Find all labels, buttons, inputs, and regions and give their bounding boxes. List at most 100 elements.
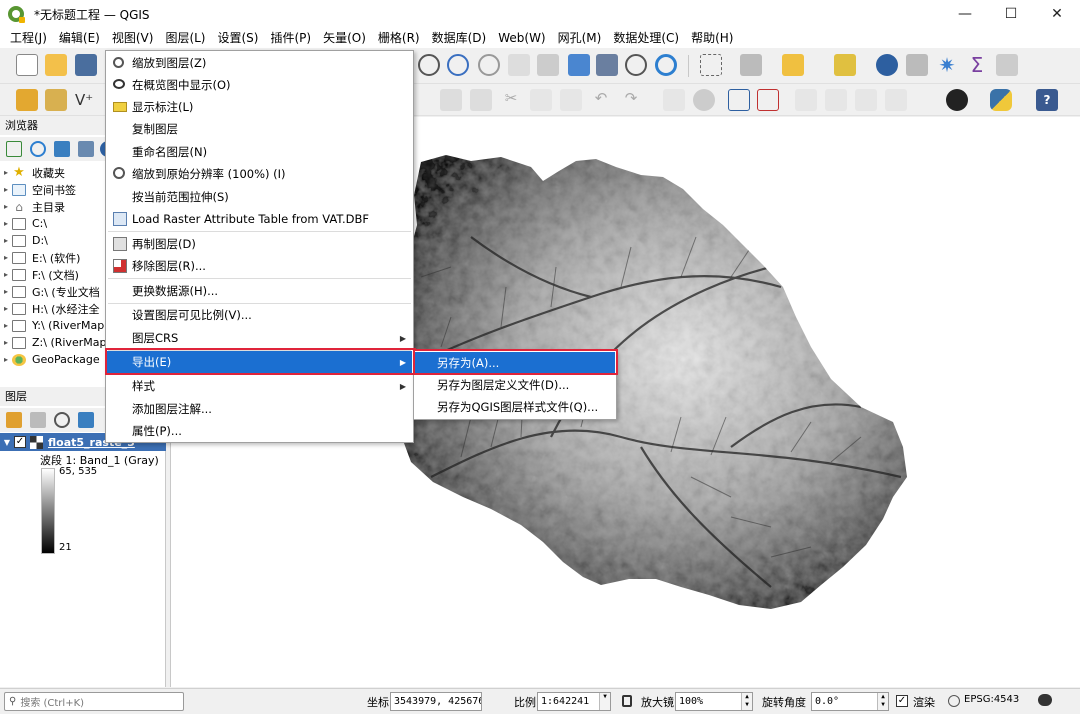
menu-rename-layer[interactable]: 重命名图层(N) — [107, 141, 412, 163]
attribute-table-icon[interactable] — [834, 54, 856, 76]
messages-icon[interactable] — [1038, 694, 1052, 706]
menu-styles[interactable]: 样式 ▶ — [107, 375, 412, 397]
data-source-manager-icon[interactable] — [16, 89, 38, 111]
digitize-icon[interactable]: V⁺ — [75, 89, 97, 111]
expand-arrow-icon[interactable]: ▸ — [0, 253, 12, 262]
menu-layer-crs[interactable]: 图层CRS ▶ — [107, 327, 412, 349]
expand-arrow-icon[interactable]: ▸ — [0, 338, 12, 347]
more-tools-icon[interactable] — [996, 54, 1018, 76]
undo-icon[interactable]: ↶ — [590, 89, 612, 111]
expand-arrow-icon[interactable]: ▸ — [0, 270, 12, 279]
zoom-native-icon[interactable] — [418, 54, 440, 76]
expand-arrow-icon[interactable]: ▸ — [0, 168, 12, 177]
redo-icon[interactable]: ↷ — [620, 89, 642, 111]
menu-help[interactable]: 帮助(H) — [685, 28, 739, 48]
pin-label-icon[interactable] — [693, 89, 715, 111]
sum-icon[interactable]: Σ — [966, 54, 988, 76]
style-panel-icon[interactable] — [6, 412, 22, 428]
menu-load-rat[interactable]: Load Raster Attribute Table from VAT.DBF — [107, 208, 412, 230]
python-console-icon[interactable] — [990, 89, 1012, 111]
menu-save-as-qml-style[interactable]: 另存为QGIS图层样式文件(Q)... — [415, 396, 615, 418]
processing-settings-icon[interactable]: ✷ — [936, 54, 958, 76]
map-tips-icon[interactable] — [568, 54, 590, 76]
menu-change-datasource[interactable]: 更换数据源(H)... — [107, 280, 412, 302]
label-move-icon[interactable] — [795, 89, 817, 111]
statistics-icon[interactable] — [906, 54, 928, 76]
abc-label-icon[interactable] — [728, 89, 750, 111]
filter-legend-icon[interactable] — [78, 412, 94, 428]
globe-icon[interactable] — [946, 89, 968, 111]
identify-icon[interactable] — [876, 54, 898, 76]
menu-database[interactable]: 数据库(D) — [426, 28, 493, 48]
menu-export[interactable]: 导出(E) ▶ — [107, 351, 412, 373]
menu-show-labels[interactable]: 显示标注(L) — [107, 96, 412, 118]
menu-layer[interactable]: 图层(L) — [159, 28, 211, 48]
spinner-icon[interactable]: ▲ ▼ — [877, 693, 888, 710]
expand-arrow-icon[interactable]: ▸ — [0, 202, 12, 211]
close-button[interactable]: ✕ — [1034, 0, 1080, 28]
open-project-icon[interactable] — [45, 54, 67, 76]
menu-raster[interactable]: 栅格(R) — [372, 28, 426, 48]
paste-icon[interactable] — [560, 89, 582, 111]
crs-label[interactable]: EPSG:4543 — [964, 694, 1019, 705]
expand-arrow-icon[interactable]: ▸ — [0, 355, 12, 364]
expand-arrow-icon[interactable]: ▸ — [0, 219, 12, 228]
label-show-icon[interactable] — [885, 89, 907, 111]
menu-duplicate-layer[interactable]: 再制图层(D) — [107, 233, 412, 255]
locator-search-input[interactable]: ⚲ 搜索 (Ctrl+K) — [4, 692, 184, 711]
expand-arrow-icon[interactable]: ▸ — [0, 287, 12, 296]
menu-zoom-native[interactable]: 缩放到原始分辨率 (100%) (I) — [107, 163, 412, 185]
bookmark-icon[interactable] — [596, 54, 618, 76]
magnifier-field[interactable]: 100% ▲ ▼ — [675, 692, 753, 711]
toggle-edit-icon[interactable] — [440, 89, 462, 111]
refresh-icon[interactable] — [655, 54, 677, 76]
menu-plugins[interactable]: 插件(P) — [264, 28, 317, 48]
menu-web[interactable]: Web(W) — [492, 28, 551, 48]
expand-arrow-icon[interactable]: ▸ — [0, 321, 12, 330]
menu-show-in-overview[interactable]: 在概览图中显示(O) — [107, 74, 412, 96]
zoom-layer-icon[interactable] — [447, 54, 469, 76]
cut-icon[interactable]: ✂ — [500, 89, 522, 111]
refresh-icon[interactable] — [30, 141, 46, 157]
spinner-icon[interactable]: ▲ ▼ — [741, 693, 752, 710]
expand-arrow-icon[interactable]: ▸ — [0, 304, 12, 313]
help-icon[interactable]: ? — [1036, 89, 1058, 111]
label-rotate-icon[interactable] — [825, 89, 847, 111]
scale-field[interactable]: 1:642241 ▼ — [537, 692, 611, 711]
deselect-icon[interactable] — [782, 54, 804, 76]
menu-save-as-layer-definition[interactable]: 另存为图层定义文件(D)... — [415, 374, 615, 396]
rotation-field[interactable]: 0.0° ▲ ▼ — [811, 692, 889, 711]
minimize-button[interactable]: — — [942, 0, 988, 28]
temporal-icon[interactable] — [625, 54, 647, 76]
menu-settings[interactable]: 设置(S) — [212, 28, 265, 48]
expand-arrow-icon[interactable]: ▸ — [0, 236, 12, 245]
filter-icon[interactable] — [54, 141, 70, 157]
select-value-icon[interactable] — [740, 54, 762, 76]
menu-save-as[interactable]: 另存为(A)... — [415, 352, 615, 374]
copy-icon[interactable] — [530, 89, 552, 111]
collapse-arrow-icon[interactable]: ▼ — [0, 438, 14, 447]
crs-globe-icon[interactable] — [948, 695, 960, 707]
new-geopackage-icon[interactable] — [45, 89, 67, 111]
add-group-icon[interactable] — [30, 412, 46, 428]
expand-arrow-icon[interactable]: ▸ — [0, 185, 12, 194]
menu-set-scale-visibility[interactable]: 设置图层可见比例(V)... — [107, 304, 412, 326]
coordinate-field[interactable]: 3543979, 425676 — [390, 692, 482, 711]
chevron-down-icon[interactable]: ▼ — [599, 693, 610, 710]
zoom-last-icon[interactable] — [478, 54, 500, 76]
add-selected-icon[interactable] — [6, 141, 22, 157]
save-project-icon[interactable] — [75, 54, 97, 76]
label-tool-icon[interactable] — [663, 89, 685, 111]
menu-remove-layer[interactable]: 移除图层(R)... — [107, 255, 412, 277]
menu-mesh[interactable]: 网孔(M) — [552, 28, 608, 48]
menu-project[interactable]: 工程(J) — [4, 28, 53, 48]
menu-processing[interactable]: 数据处理(C) — [607, 28, 685, 48]
new-project-icon[interactable] — [16, 54, 38, 76]
layer-visibility-checkbox[interactable]: ✓ — [14, 436, 26, 448]
delete-selected-icon[interactable] — [470, 89, 492, 111]
menu-vector[interactable]: 矢量(O) — [317, 28, 372, 48]
maximize-button[interactable]: ☐ — [988, 0, 1034, 28]
abc-remove-icon[interactable] — [757, 89, 779, 111]
label-change-icon[interactable] — [855, 89, 877, 111]
menu-stretch-extent[interactable]: 按当前范围拉伸(S) — [107, 186, 412, 208]
